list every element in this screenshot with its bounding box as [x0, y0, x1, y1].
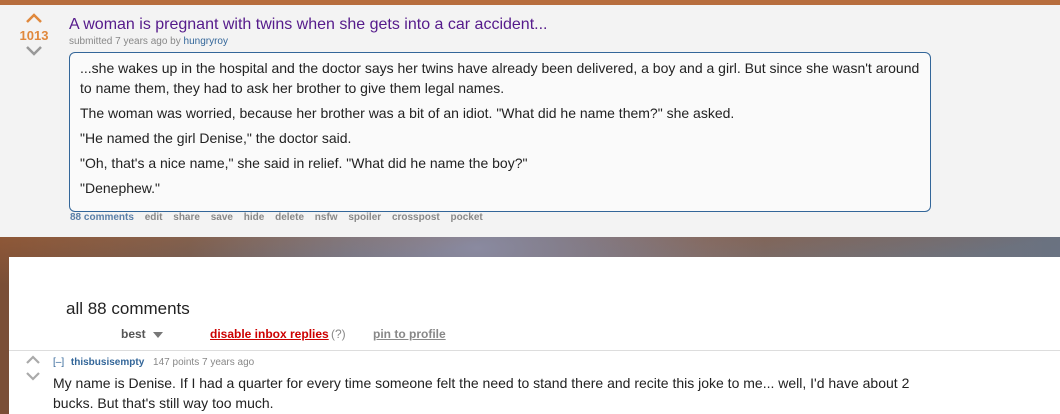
- share-button[interactable]: share: [173, 212, 200, 223]
- comments-link[interactable]: 88 comments: [70, 212, 134, 223]
- downvote-arrow-icon[interactable]: [25, 45, 43, 56]
- post-title-link[interactable]: A woman is pregnant with twins when she …: [69, 16, 547, 34]
- comments-heading: all 88 comments: [66, 299, 190, 318]
- selftext-paragraph: ...she wakes up in the hospital and the …: [80, 60, 920, 96]
- comment-author-link[interactable]: thisbusisempty: [71, 357, 144, 368]
- sort-dropdown[interactable]: best: [121, 327, 164, 341]
- spoiler-button[interactable]: spoiler: [348, 212, 381, 223]
- comment-tagline: [–] thisbusisempty 147 points 7 years ag…: [53, 357, 254, 368]
- selftext-paragraph: "He named the girl Denise," the doctor s…: [80, 130, 352, 146]
- disable-inbox-replies-link[interactable]: disable inbox replies: [210, 327, 329, 341]
- post-selftext: ...she wakes up in the hospital and the …: [69, 52, 931, 212]
- pocket-button[interactable]: pocket: [451, 212, 483, 223]
- post-container: 1013 A woman is pregnant with twins when…: [0, 5, 1060, 237]
- post-action-buttons: 88 comments edit share save hide delete …: [70, 212, 491, 223]
- post-vote-column: 1013: [14, 13, 54, 56]
- crosspost-button[interactable]: crosspost: [392, 212, 440, 223]
- selftext-paragraph: "Denephew.": [80, 180, 160, 196]
- delete-button[interactable]: delete: [275, 212, 304, 223]
- comment-vote-column: [25, 355, 41, 381]
- edit-button[interactable]: edit: [145, 212, 163, 223]
- selftext-paragraph: The woman was worried, because her broth…: [80, 105, 735, 121]
- save-button[interactable]: save: [211, 212, 233, 223]
- post-author-link[interactable]: hungryroy: [184, 36, 228, 47]
- nsfw-button[interactable]: nsfw: [315, 212, 338, 223]
- comment-body: My name is Denise. If I had a quarter fo…: [53, 375, 910, 411]
- help-link[interactable]: (?): [331, 327, 346, 341]
- hide-button[interactable]: hide: [244, 212, 265, 223]
- selftext-paragraph: "Oh, that's a nice name," she said in re…: [80, 155, 528, 171]
- upvote-arrow-icon[interactable]: [25, 13, 43, 24]
- downvote-arrow-icon[interactable]: [25, 371, 41, 381]
- chevron-down-icon: [153, 331, 164, 338]
- comments-panel: all 88 comments best disable inbox repli…: [9, 257, 1060, 414]
- divider: [9, 350, 1060, 351]
- collapse-toggle[interactable]: [–]: [53, 357, 64, 368]
- pin-to-profile-link[interactable]: pin to profile: [373, 327, 446, 341]
- post-tagline: submitted 7 years ago by hungryroy: [69, 36, 228, 47]
- comment-meta: 147 points 7 years ago: [153, 357, 255, 368]
- upvote-arrow-icon[interactable]: [25, 355, 41, 365]
- tagline-submitted: submitted 7 years ago by: [69, 36, 181, 47]
- sort-label: best: [121, 327, 146, 341]
- post-score: 1013: [19, 28, 49, 43]
